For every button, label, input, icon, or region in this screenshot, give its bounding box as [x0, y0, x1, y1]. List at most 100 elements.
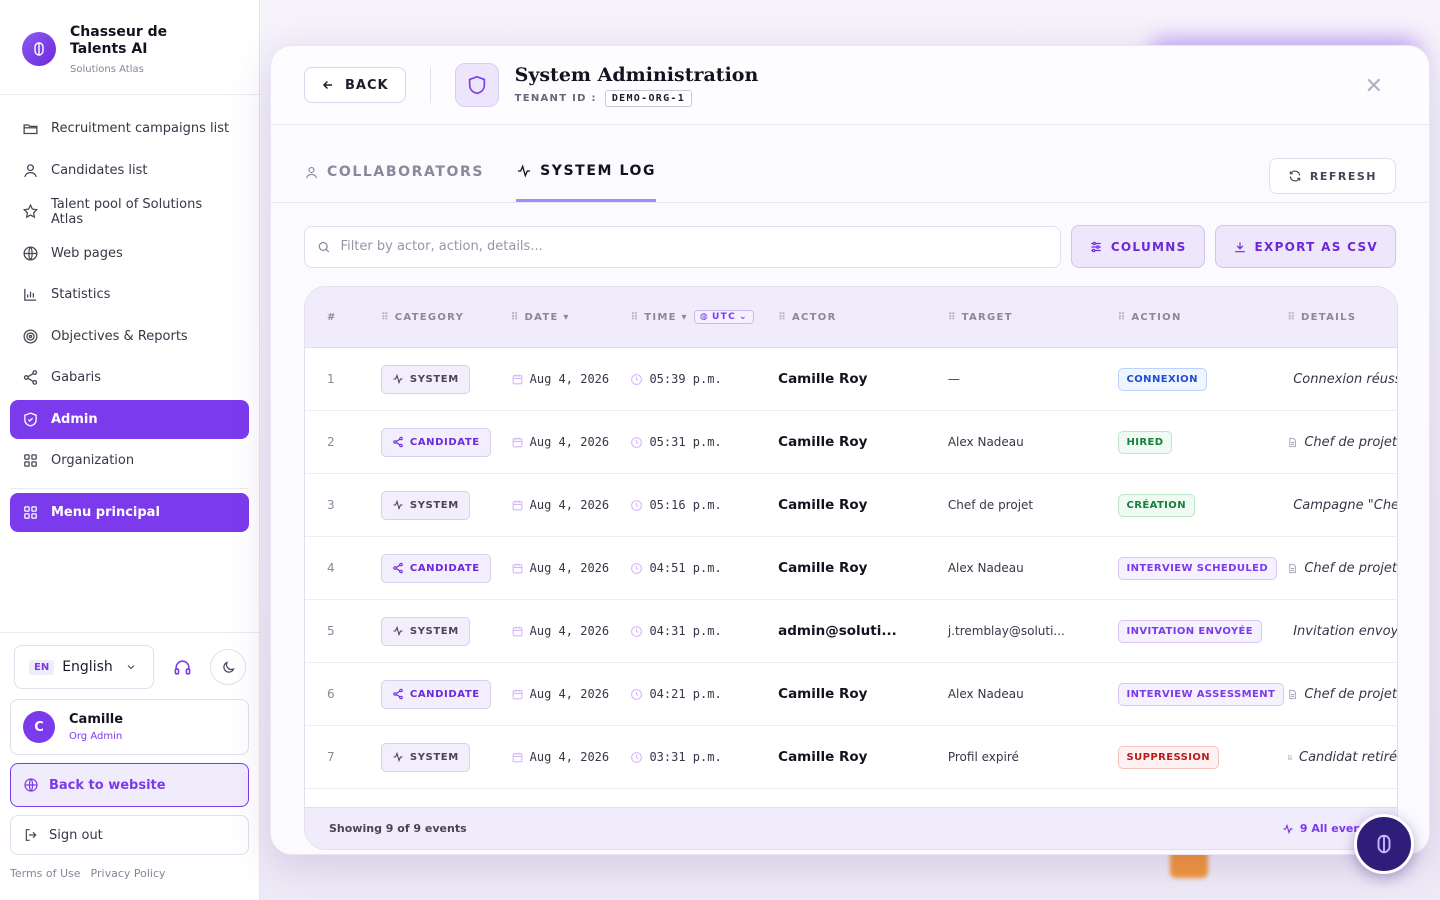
sidebar-nav: Recruitment campaigns list Candidates li… — [0, 95, 259, 532]
share-icon — [393, 688, 403, 700]
time-value: 05:31 p.m. — [649, 435, 722, 449]
column-header-time[interactable]: ⠿ TIME ▾ ◍ UTC ⌄ — [630, 310, 778, 324]
table-row[interactable]: 7 SYSTEM Aug 4, 2026 03:31 p.m. Camille Roy P… — [305, 726, 1397, 789]
column-header-actor[interactable]: ⠿ ACTOR — [778, 312, 948, 323]
tab-system-log[interactable]: SYSTEM LOG — [516, 129, 657, 202]
refresh-icon — [1289, 170, 1301, 182]
share-icon — [23, 370, 38, 385]
details-value: Campagne "Chef de projet" — [1293, 497, 1397, 513]
category-label: SYSTEM — [409, 625, 459, 637]
search-input[interactable] — [340, 239, 1048, 254]
document-icon — [1289, 689, 1297, 699]
back-to-website-button[interactable]: Back to website — [10, 763, 249, 807]
sidebar-item-gabaris[interactable]: Gabaris — [10, 358, 249, 397]
table-row[interactable]: 6 CANDIDATE Aug 4, 2026 04:21 p.m. Camille R… — [305, 663, 1397, 726]
action-badge: INTERVIEW ASSESSMENT — [1117, 682, 1285, 706]
language-select[interactable]: EN English — [14, 645, 154, 689]
category-badge: CANDIDATE — [380, 553, 491, 583]
export-csv-button[interactable]: EXPORT AS CSV — [1214, 225, 1396, 268]
row-number: 3 — [327, 498, 335, 512]
sidebar-item-candidates[interactable]: Candidates list — [10, 151, 249, 190]
column-header-date[interactable]: ⠿ DATE ▾ — [511, 312, 631, 323]
column-header-action[interactable]: ⠿ ACTION — [1118, 312, 1288, 323]
brain-logo-icon — [1377, 834, 1391, 854]
drag-handle-icon[interactable]: ⠿ — [778, 312, 786, 323]
timezone-toggle[interactable]: ◍ UTC ⌄ — [693, 310, 754, 324]
details-value: Invitation envoyée — [1293, 623, 1398, 639]
column-header-target[interactable]: ⠿ TARGET — [948, 312, 1118, 323]
calendar-icon — [512, 689, 523, 699]
time-value: 05:16 p.m. — [649, 498, 722, 512]
main-menu-button[interactable]: Menu principal — [10, 493, 249, 532]
target-cell: Alex Nadeau — [947, 561, 1024, 575]
actor-cell: Camille Roy — [778, 371, 868, 387]
calendar-icon — [512, 374, 523, 384]
time-value: 03:31 p.m. — [649, 750, 722, 764]
table-row[interactable]: 2 CANDIDATE Aug 4, 2026 05:31 p.m. Camille R… — [305, 411, 1397, 474]
grid-icon — [24, 506, 37, 519]
calendar-icon — [512, 437, 523, 447]
close-icon[interactable]: ✕ — [1365, 74, 1383, 99]
time-cell: 05:31 p.m. — [630, 435, 778, 449]
sidebar-footer: EN English C Camille Org Admin Back to w… — [0, 632, 259, 880]
sidebar-item-statistics[interactable]: Statistics — [10, 275, 249, 314]
dark-mode-toggle[interactable] — [210, 649, 246, 685]
table-row[interactable]: 5 SYSTEM Aug 4, 2026 04:31 p.m. admin@soluti… — [305, 600, 1397, 663]
row-number: 2 — [327, 435, 335, 449]
event-count: Showing 9 of 9 events — [329, 822, 467, 835]
tab-bar: COLLABORATORS SYSTEM LOG REFRESH — [271, 125, 1429, 203]
action-badge: CRÉATION — [1117, 493, 1195, 517]
row-number: 7 — [327, 750, 335, 764]
activity-icon — [393, 499, 403, 511]
main-menu-label: Menu principal — [51, 505, 160, 520]
details-value: Chef de projet — [1304, 560, 1398, 576]
calendar-icon — [512, 563, 523, 573]
back-button[interactable]: BACK — [304, 67, 406, 103]
user-icon — [24, 163, 37, 177]
sidebar-item-talent-pool[interactable]: Talent pool of Solutions Atlas — [10, 192, 249, 231]
system-admin-modal: BACK System Administration TENANT ID : D… — [270, 45, 1430, 855]
search-icon — [318, 241, 330, 253]
sidebar-item-campaigns[interactable]: Recruitment campaigns list — [10, 109, 249, 148]
row-number: 6 — [327, 687, 335, 701]
drag-handle-icon[interactable]: ⠿ — [381, 312, 389, 323]
activity-icon — [393, 373, 403, 385]
row-number: 1 — [327, 372, 335, 386]
download-icon — [1234, 241, 1245, 252]
category-label: SYSTEM — [409, 751, 459, 763]
sign-out-button[interactable]: Sign out — [10, 815, 249, 855]
target-cell: Profil expiré — [947, 750, 1019, 764]
sidebar-item-admin[interactable]: Admin — [10, 399, 249, 439]
columns-button[interactable]: COLUMNS — [1070, 225, 1205, 268]
table-footer: Showing 9 of 9 events 9 All events — [305, 807, 1397, 849]
drag-handle-icon[interactable]: ⠿ — [630, 312, 638, 323]
tab-collaborators[interactable]: COLLABORATORS — [304, 128, 484, 202]
drag-handle-icon[interactable]: ⠿ — [511, 312, 519, 323]
actor-cell: Camille Roy — [778, 560, 868, 576]
refresh-button[interactable]: REFRESH — [1268, 158, 1396, 194]
table-row[interactable]: 1 SYSTEM Aug 4, 2026 05:39 p.m. Camille Roy —… — [305, 348, 1397, 411]
table-row[interactable]: 4 CANDIDATE Aug 4, 2026 04:51 p.m. Camille R… — [305, 537, 1397, 600]
tenant-label: TENANT ID : — [514, 92, 597, 104]
assistant-button[interactable] — [1354, 814, 1414, 874]
table-row[interactable]: 3 SYSTEM Aug 4, 2026 05:16 p.m. Camille Roy C… — [305, 474, 1397, 537]
sidebar-item-organization[interactable]: Organization — [10, 441, 249, 480]
support-button[interactable] — [164, 649, 200, 685]
target-cell: — — [947, 372, 960, 386]
privacy-link[interactable]: Privacy Policy — [91, 867, 166, 880]
clock-icon — [631, 436, 643, 448]
tenant-id: DEMO-ORG-1 — [604, 89, 693, 107]
logout-icon — [25, 829, 37, 841]
column-header-category[interactable]: ⠿ CATEGORY — [381, 312, 511, 323]
user-card[interactable]: C Camille Org Admin — [10, 699, 249, 755]
sidebar-item-objectives[interactable]: Objectives & Reports — [10, 317, 249, 356]
terms-link[interactable]: Terms of Use — [10, 867, 81, 880]
column-header-label: TIME ▾ — [644, 311, 688, 323]
drag-handle-icon[interactable]: ⠿ — [948, 312, 956, 323]
drag-handle-icon[interactable]: ⠿ — [1118, 312, 1126, 323]
globe-icon — [24, 778, 38, 792]
column-header-details[interactable]: ⠿ DETAILS — [1287, 312, 1397, 323]
clock-icon — [631, 688, 643, 700]
sidebar-item-web-pages[interactable]: Web pages — [10, 234, 249, 273]
drag-handle-icon[interactable]: ⠿ — [1287, 312, 1295, 323]
